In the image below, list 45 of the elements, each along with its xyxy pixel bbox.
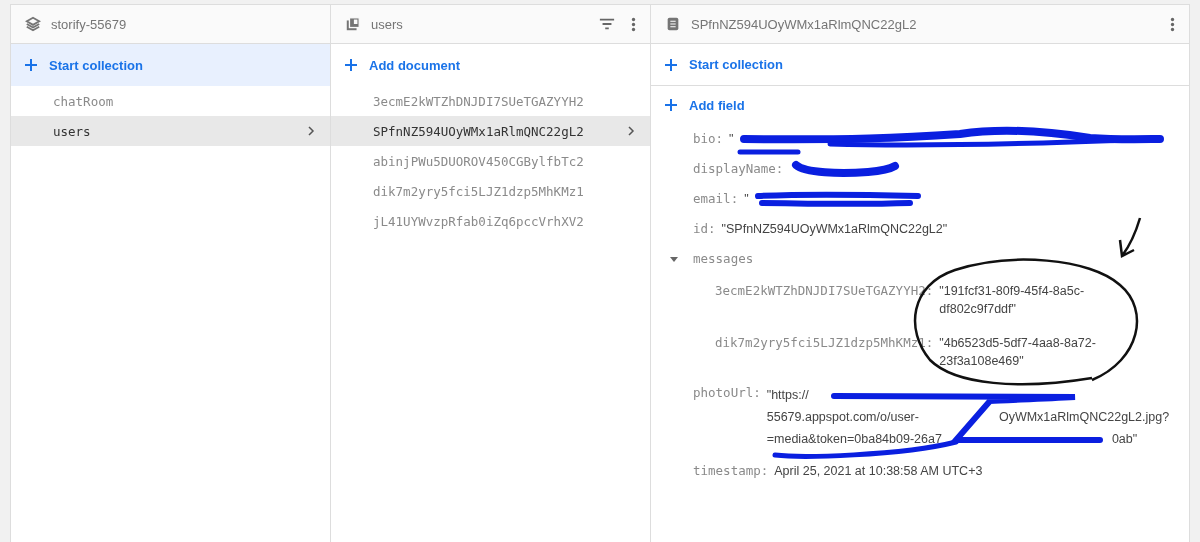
- start-collection-button[interactable]: Start collection: [11, 44, 330, 86]
- field-key: timestamp:: [693, 462, 769, 480]
- ink-arrow: [1118, 216, 1142, 258]
- collection-item[interactable]: chatRoom: [11, 86, 330, 116]
- document-item[interactable]: dik7m2yry5fci5LJZ1dzp5MhKMz1: [331, 176, 650, 206]
- field-value: df802c9f7ddf": [939, 301, 1016, 318]
- more-icon[interactable]: [1170, 16, 1175, 32]
- field-value: April 25, 2021 at 10:38:58 AM UTC+3: [774, 463, 983, 480]
- field-value: "191fcf31-80f9-45f4-8a5c-: [939, 283, 1085, 300]
- field-key: displayName:: [693, 160, 784, 178]
- project-name: storify-55679: [51, 16, 127, 32]
- more-icon[interactable]: [631, 16, 636, 32]
- stack-icon: [25, 16, 41, 32]
- plus-icon: [665, 99, 677, 111]
- collection-name: users: [371, 16, 403, 32]
- field-value: "4b6523d5-5df7-4aa8-8a72-: [939, 335, 1096, 352]
- collection-icon: [345, 16, 361, 32]
- field-key: messages: [693, 250, 754, 268]
- field-key: photoUrl:: [693, 384, 761, 450]
- plus-icon: [25, 59, 37, 71]
- field-key: bio:: [693, 130, 724, 148]
- expand-arrow-icon[interactable]: [669, 254, 679, 264]
- field-value: ": [729, 131, 734, 148]
- field-value: =media&token=0ba84b09-26a7: [766, 431, 942, 448]
- field-value: 0ab": [1111, 431, 1138, 448]
- field-key: email:: [693, 190, 739, 208]
- field-value: 55679.appspot.com/o/user-: [766, 409, 919, 426]
- chevron-icon: [306, 126, 316, 136]
- document-item[interactable]: abinjPWu5DUOROV450CGBylfbTc2: [331, 146, 650, 176]
- plus-icon: [345, 59, 357, 71]
- collection-item[interactable]: users: [11, 116, 330, 146]
- document-item[interactable]: 3ecmE2kWTZhDNJDI7SUeTGAZYYH2: [331, 86, 650, 116]
- field-key: id:: [693, 220, 716, 238]
- filter-icon[interactable]: [599, 16, 615, 32]
- document-item[interactable]: SPfnNZ594UOyWMx1aRlmQNC22gL2: [331, 116, 650, 146]
- field-value: OyWMx1aRlmQNC22gL2.jpg?: [998, 409, 1170, 426]
- field-value: "SPfnNZ594UOyWMx1aRlmQNC22gL2": [721, 221, 948, 238]
- field-value: ": [744, 191, 749, 208]
- plus-icon: [665, 58, 677, 71]
- document-icon: [665, 16, 681, 32]
- field-value: "https://: [766, 387, 809, 404]
- document-name: SPfnNZ594UOyWMx1aRlmQNC22gL2: [691, 16, 917, 32]
- field-value: 23f3a108e469": [939, 353, 1024, 370]
- document-item[interactable]: jL41UYWvzpRfab0iZq6pccVrhXV2: [331, 206, 650, 236]
- chevron-icon: [626, 126, 636, 136]
